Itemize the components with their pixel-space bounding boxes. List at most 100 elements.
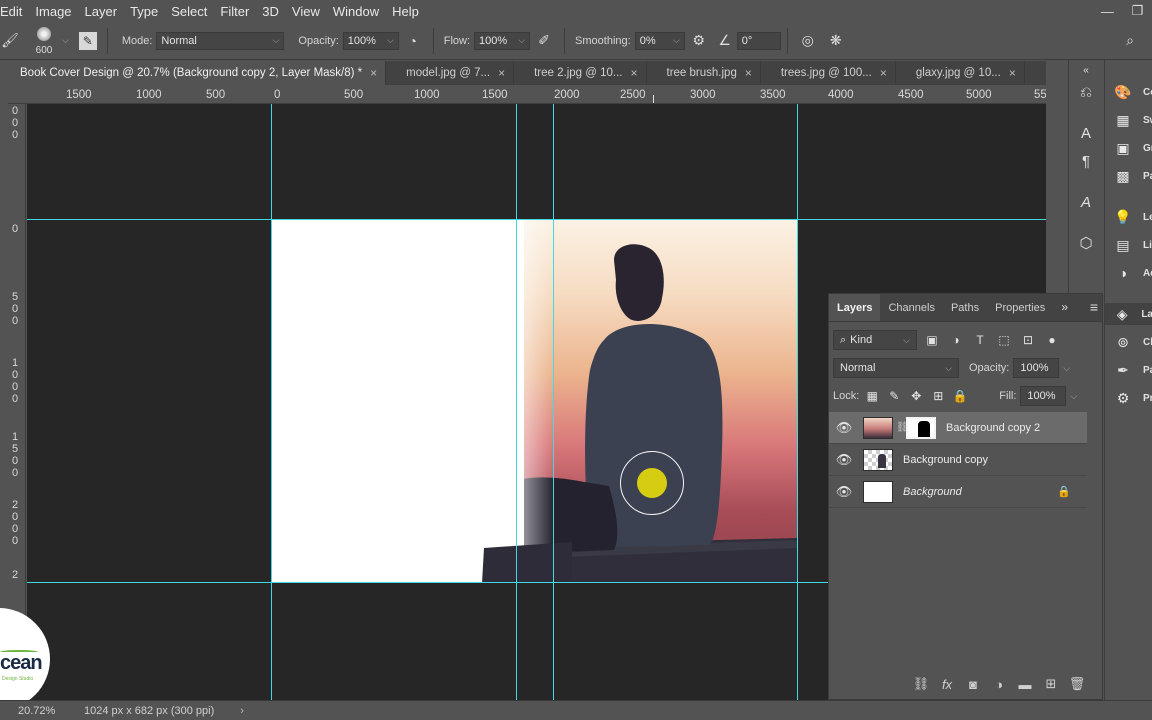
zoom-level[interactable]: 20.72% bbox=[18, 705, 84, 717]
adjustment-layer-icon[interactable]: ◑ bbox=[986, 677, 1012, 692]
trash-icon[interactable]: 🗑 bbox=[1064, 676, 1090, 692]
eye-icon[interactable]: 👁 bbox=[829, 484, 859, 500]
eye-icon[interactable]: 👁 bbox=[829, 452, 859, 468]
new-layer-icon[interactable]: ⊞ bbox=[1038, 676, 1064, 692]
tab-paths[interactable]: Paths bbox=[943, 294, 987, 321]
filter-toggle-icon[interactable]: ● bbox=[1043, 333, 1061, 347]
minimize-button[interactable]: — bbox=[1101, 4, 1114, 19]
tab-model[interactable]: model.jpg @ 7... × bbox=[386, 61, 515, 85]
layer-row[interactable]: 👁 Background copy bbox=[829, 444, 1087, 476]
chevrons-right-icon[interactable]: » bbox=[1061, 300, 1068, 314]
menu-select[interactable]: Select bbox=[171, 4, 214, 19]
3d-cube-icon[interactable]: ⬡ bbox=[1074, 232, 1098, 254]
close-icon[interactable]: × bbox=[880, 66, 887, 80]
close-icon[interactable]: × bbox=[498, 66, 505, 80]
opacity-field[interactable]: 100% ⌵ bbox=[342, 31, 399, 50]
paths-panel-button[interactable]: ✒Pa bbox=[1113, 359, 1152, 381]
menu-view[interactable]: View bbox=[292, 4, 327, 19]
color-panel-button[interactable]: 🎨Co bbox=[1113, 81, 1152, 103]
close-icon[interactable]: × bbox=[370, 66, 377, 80]
learn-panel-button[interactable]: 💡 Le bbox=[1113, 206, 1152, 228]
tab-trees[interactable]: trees.jpg @ 100... × bbox=[761, 61, 896, 85]
paragraph-icon[interactable]: ¶ bbox=[1074, 150, 1098, 172]
pressure-opacity-icon[interactable]: ◔ bbox=[403, 31, 423, 51]
menu-type[interactable]: Type bbox=[130, 4, 165, 19]
eye-icon[interactable]: 👁 bbox=[829, 420, 859, 436]
panel-menu-icon[interactable]: ≡ bbox=[1090, 299, 1098, 315]
filter-smart-object-icon[interactable]: ⊡ bbox=[1019, 333, 1037, 347]
document-canvas[interactable] bbox=[272, 220, 798, 583]
guide-vertical[interactable] bbox=[797, 104, 798, 700]
layer-opacity-field[interactable]: 100% bbox=[1013, 358, 1060, 378]
filter-pixel-icon[interactable]: ▣ bbox=[923, 333, 941, 347]
fx-icon[interactable]: fx bbox=[934, 677, 960, 692]
tab-tree-brush[interactable]: tree brush.jpg × bbox=[647, 61, 761, 85]
menu-edit[interactable]: Edit bbox=[0, 4, 29, 19]
ruler-horizontal[interactable]: 1500 1000 500 0 500 1000 1500 2000 2500 … bbox=[8, 87, 1046, 104]
layer-row[interactable]: 👁 Background 🔒 bbox=[829, 476, 1087, 508]
chevron-right-icon[interactable]: › bbox=[240, 705, 244, 717]
restore-button[interactable]: ❐ bbox=[1132, 3, 1144, 19]
channels-panel-button[interactable]: ⊚Ch bbox=[1113, 331, 1152, 353]
gear-icon[interactable]: ⚙ bbox=[689, 31, 709, 51]
tab-layers[interactable]: Layers bbox=[829, 294, 881, 321]
smoothing-field[interactable]: 0% ⌵ bbox=[634, 31, 685, 50]
angle-field[interactable]: 0° bbox=[736, 31, 781, 50]
flow-field[interactable]: 100% ⌵ bbox=[474, 31, 531, 50]
lock-artboard-icon[interactable]: ⊞ bbox=[929, 389, 947, 403]
swatches-panel-button[interactable]: ▦Sw bbox=[1113, 109, 1152, 131]
symmetry-icon[interactable]: ❋ bbox=[826, 31, 846, 51]
brush-settings-panel-icon[interactable]: ✎ bbox=[78, 31, 97, 50]
layer-mask-thumbnail[interactable] bbox=[906, 416, 936, 439]
properties-panel-button[interactable]: ⚙ Pr bbox=[1113, 387, 1152, 409]
menu-image[interactable]: Image bbox=[35, 4, 78, 19]
brush-preset-picker[interactable]: 600 bbox=[28, 24, 58, 58]
expand-panels-icon[interactable]: « bbox=[1074, 59, 1098, 81]
menu-help[interactable]: Help bbox=[392, 4, 426, 19]
close-icon[interactable]: × bbox=[1009, 66, 1016, 80]
tab-properties[interactable]: Properties bbox=[987, 294, 1053, 321]
lock-transparent-icon[interactable]: ▦ bbox=[863, 389, 881, 403]
glyphs-icon[interactable]: A bbox=[1074, 191, 1098, 213]
lock-position-icon[interactable]: ✥ bbox=[907, 389, 925, 403]
fill-field[interactable]: 100% bbox=[1020, 386, 1067, 406]
mode-select[interactable]: Normal ⌵ bbox=[156, 31, 285, 50]
brush-preset-chevron[interactable]: ⌵ bbox=[58, 32, 69, 50]
history-icon[interactable]: ⎌ bbox=[1074, 81, 1098, 103]
layer-row[interactable]: 👁 ⛓ Background copy 2 bbox=[829, 412, 1087, 444]
link-layers-icon[interactable]: ⛓ bbox=[908, 676, 934, 692]
filter-kind-select[interactable]: ⌕ Kind ⌵ bbox=[833, 330, 917, 350]
close-icon[interactable]: × bbox=[745, 66, 752, 80]
search-icon[interactable]: ⌕ bbox=[1120, 31, 1140, 51]
menu-filter[interactable]: Filter bbox=[220, 4, 256, 19]
filter-shape-icon[interactable]: ⬚ bbox=[995, 333, 1013, 347]
menu-3d[interactable]: 3D bbox=[262, 4, 286, 19]
airbrush-icon[interactable]: ✐ bbox=[534, 31, 554, 51]
lock-image-icon[interactable]: ✎ bbox=[885, 389, 903, 403]
guide-horizontal[interactable] bbox=[27, 219, 1046, 220]
folder-icon[interactable]: ▬ bbox=[1012, 677, 1038, 692]
gradients-panel-button[interactable]: ▣Gr bbox=[1113, 137, 1152, 159]
link-icon[interactable]: ⛓ bbox=[896, 422, 909, 433]
menu-layer[interactable]: Layer bbox=[85, 4, 125, 19]
tab-channels[interactable]: Channels bbox=[880, 294, 942, 321]
tab-glaxy[interactable]: glaxy.jpg @ 10... × bbox=[896, 61, 1025, 85]
add-mask-icon[interactable]: ◙ bbox=[960, 677, 986, 692]
lock-all-icon[interactable]: 🔒 bbox=[951, 389, 969, 403]
layers-panel-button[interactable]: ◈ La bbox=[1105, 303, 1152, 325]
menu-window[interactable]: Window bbox=[333, 4, 386, 19]
brush-tool-icon[interactable]: 🖌 bbox=[0, 31, 20, 51]
chevron-down-icon[interactable]: ⌵ bbox=[1070, 391, 1077, 402]
patterns-panel-button[interactable]: ▩Pa bbox=[1113, 165, 1152, 187]
chevron-down-icon[interactable]: ⌵ bbox=[1063, 363, 1070, 374]
filter-adjustment-icon[interactable]: ◑ bbox=[947, 333, 965, 347]
guide-vertical[interactable] bbox=[516, 104, 517, 700]
tab-book-cover-design[interactable]: Book Cover Design @ 20.7% (Background co… bbox=[0, 61, 387, 85]
guide-vertical[interactable] bbox=[553, 104, 554, 700]
tab-tree-2[interactable]: tree 2.jpg @ 10... × bbox=[514, 61, 647, 85]
character-icon[interactable]: A bbox=[1074, 122, 1098, 144]
guide-vertical[interactable] bbox=[271, 104, 272, 700]
blend-mode-select[interactable]: Normal ⌵ bbox=[833, 358, 959, 378]
libraries-panel-button[interactable]: ▤Lib bbox=[1113, 234, 1152, 256]
filter-type-icon[interactable]: T bbox=[971, 333, 989, 347]
